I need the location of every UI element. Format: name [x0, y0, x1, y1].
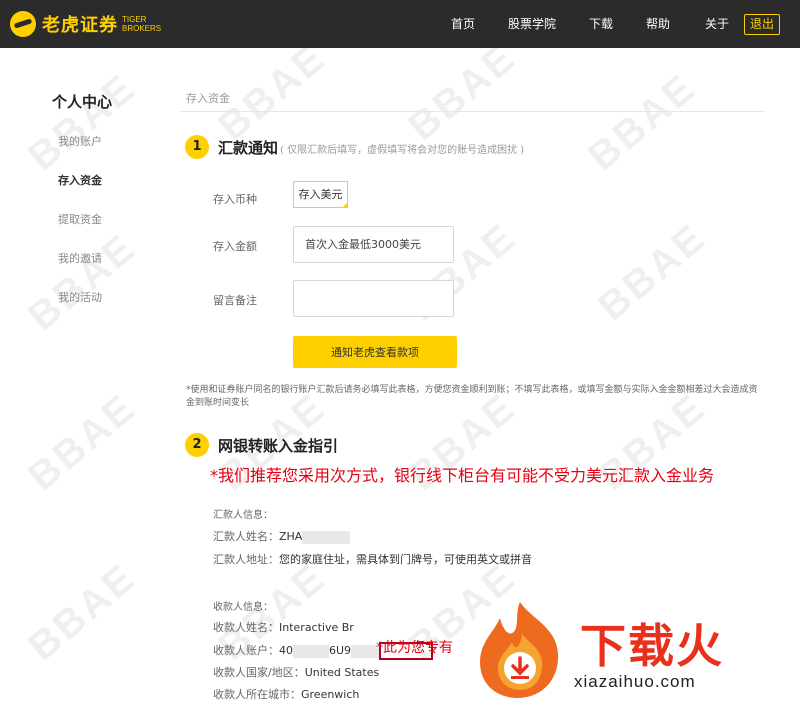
step-1-title: 汇款通知	[218, 139, 279, 157]
receiver-account-mid: 6U9	[329, 644, 352, 657]
step-2-badge: 2	[185, 433, 209, 457]
sidebar-item-withdraw[interactable]: 提取资金	[58, 211, 102, 227]
receiver-name-value: Interactive Br	[279, 621, 354, 634]
redaction-blur	[302, 530, 351, 544]
step-1-badge: 1	[185, 135, 209, 159]
nav-help[interactable]: 帮助	[646, 0, 670, 48]
remark-input[interactable]	[293, 280, 454, 317]
receiver-country-row: 收款人国家/地区：United States	[213, 664, 379, 680]
receiver-country-label: 收款人国家/地区：	[213, 666, 305, 679]
currency-option-usd[interactable]: 存入美元	[293, 181, 348, 208]
watermark: BBAE	[400, 34, 525, 150]
deposit-warning-text: *使用和证券账户同名的银行账户汇款后请务必填写此表格，方便您资金顺利到账；不填写…	[186, 385, 758, 408]
recommendation-note: *我们推荐您采用次方式，银行线下柜台有可能不受力美元汇款入金业务	[210, 466, 715, 485]
watermark: BBAE	[580, 64, 705, 180]
sidebar-title: 个人中心	[52, 93, 113, 111]
amount-input[interactable]	[293, 226, 454, 263]
sidebar-item-activities[interactable]: 我的活动	[58, 289, 102, 305]
notify-tiger-button[interactable]: 通知老虎查看款项	[293, 336, 457, 368]
receiver-name-label: 收款人姓名：	[213, 621, 279, 634]
xiazaihuo-watermark-logo: 下载火 xiazaihuo.com	[470, 598, 796, 702]
amount-label: 存入金额	[213, 240, 257, 253]
watermark: BBAE	[20, 554, 145, 670]
tiger-brokers-logo[interactable]: 老虎证券 TIGER BROKERS	[10, 11, 161, 37]
step-1-note: ( 仅限汇款后填写，虚假填写将会对您的账号造成困扰 )	[280, 145, 525, 156]
watermark: BBAE	[20, 224, 145, 340]
receiver-city-label: 收款人所在城市：	[213, 688, 301, 701]
tiger-logo-icon	[10, 11, 36, 37]
logout-button[interactable]: 退出	[744, 14, 780, 35]
logo-text-cn: 老虎证券	[42, 15, 118, 36]
xiazaihuo-url: xiazaihuo.com	[574, 672, 696, 691]
receiver-country-value: United States	[304, 666, 380, 679]
receiver-name-row: 收款人姓名：Interactive Br	[213, 619, 354, 635]
receiver-account-prefix: 40	[279, 644, 293, 657]
watermark: BBAE	[590, 214, 715, 330]
watermark: BBAE	[20, 384, 145, 500]
nav-stock-academy[interactable]: 股票学院	[508, 0, 556, 48]
receiver-city-row: 收款人所在城市：Greenwich	[213, 686, 359, 702]
nav-download[interactable]: 下载	[589, 0, 613, 48]
sender-name-value: ZHA	[279, 530, 303, 543]
receiver-section-label: 收款人信息：	[213, 602, 273, 613]
sender-address-label: 汇款人地址：	[213, 553, 279, 566]
nav-about[interactable]: 关于	[705, 0, 729, 48]
xiazaihuo-text: 下载火	[580, 619, 724, 673]
watermark: BBAE	[20, 64, 145, 180]
sender-name-row: 汇款人姓名：ZHA	[213, 528, 351, 544]
breadcrumb-divider	[180, 111, 765, 112]
redaction-blur	[293, 644, 329, 658]
sender-section-label: 汇款人信息：	[213, 510, 273, 521]
receiver-account-label: 收款人账户：	[213, 644, 279, 657]
top-nav-bar: 老虎证券 TIGER BROKERS 首页 股票学院 下载 帮助 关于 退出	[0, 0, 800, 48]
flame-download-icon	[480, 602, 559, 698]
account-exclusive-note: *此为您专有	[376, 640, 453, 656]
remark-label: 留言备注	[213, 294, 257, 307]
receiver-city-value: Greenwich	[301, 688, 360, 701]
logo-text-en: TIGER BROKERS	[122, 15, 162, 33]
sidebar-item-invites[interactable]: 我的邀请	[58, 250, 102, 266]
sender-name-label: 汇款人姓名：	[213, 530, 279, 543]
breadcrumb: 存入资金	[186, 92, 230, 105]
currency-label: 存入币种	[213, 193, 257, 206]
step-2-title: 网银转账入金指引	[218, 437, 339, 455]
sidebar-item-deposit[interactable]: 存入资金	[58, 172, 102, 188]
sender-address-value: 您的家庭住址，需具体到门牌号，可使用英文或拼音	[279, 553, 532, 566]
sender-address-row: 汇款人地址：您的家庭住址，需具体到门牌号，可使用英文或拼音	[213, 551, 532, 567]
sidebar-item-my-account[interactable]: 我的账户	[58, 133, 102, 149]
nav-home[interactable]: 首页	[451, 0, 475, 48]
redaction-blur	[351, 644, 380, 658]
